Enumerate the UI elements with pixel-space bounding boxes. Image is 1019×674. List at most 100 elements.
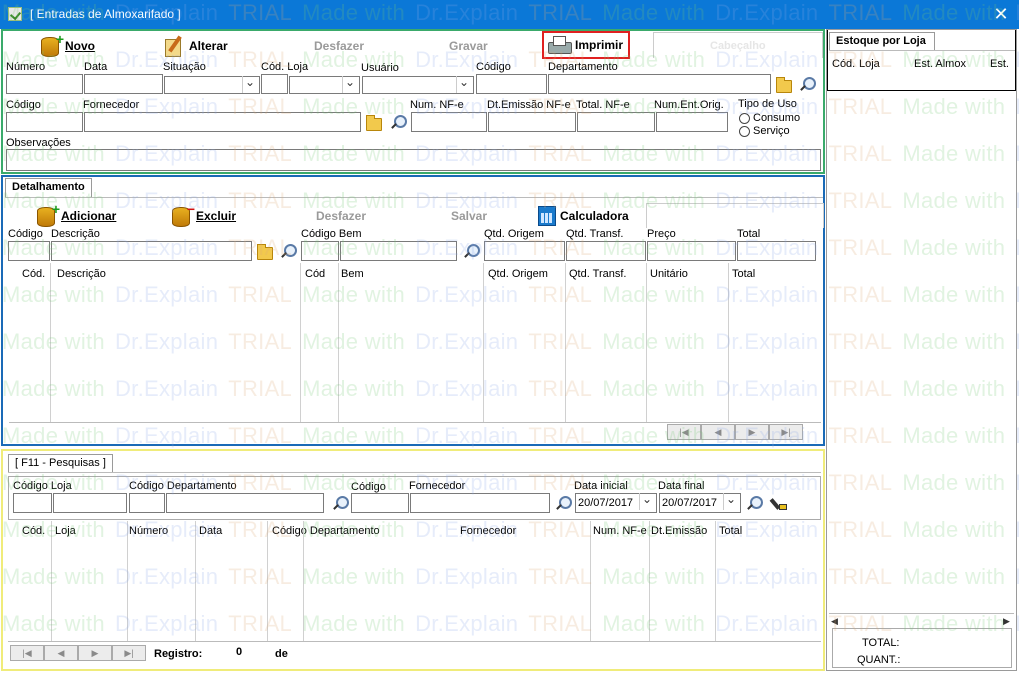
total-nfe-input[interactable]: [577, 112, 655, 132]
num-ent-orig-input[interactable]: [656, 112, 728, 132]
qtd-origem-input[interactable]: [484, 241, 565, 261]
tab-detalhamento[interactable]: Detalhamento: [5, 178, 92, 197]
grid-col-total: Total: [719, 525, 743, 537]
grid-col-descricao: Descrição: [57, 268, 106, 280]
item-navigator: |◀ ◀ ▶ ▶|: [667, 424, 803, 442]
search-icon[interactable]: [463, 244, 480, 260]
codigo-fornecedor-label: Código: [351, 481, 386, 493]
folder-icon[interactable]: [366, 115, 382, 131]
search-icon[interactable]: [390, 115, 407, 131]
folder-icon[interactable]: [257, 244, 273, 260]
departamento-input[interactable]: [548, 74, 771, 94]
estoque-col-est: Est.: [990, 58, 1009, 70]
consumo-radio[interactable]: [739, 113, 750, 124]
alterar-button[interactable]: Alterar: [163, 32, 228, 60]
dt-emissao-input[interactable]: [488, 112, 576, 132]
scroll-left-icon[interactable]: ◀: [831, 616, 838, 627]
total-input[interactable]: [737, 241, 816, 261]
tab-pesquisas[interactable]: [ F11 - Pesquisas ]: [8, 454, 113, 473]
codigo-depto-input[interactable]: [476, 74, 547, 94]
loja-select[interactable]: [289, 76, 360, 94]
calculadora-button[interactable]: Calculadora: [538, 202, 629, 230]
grid-col-cod-bem: Cód: [305, 268, 326, 280]
cod-loja-input[interactable]: [261, 74, 288, 94]
servico-radio[interactable]: [739, 126, 750, 137]
detalhamento-panel: Detalhamento Adicionar Excluir Desfazer …: [1, 175, 825, 446]
search-icon[interactable]: [746, 496, 763, 512]
salvar-button[interactable]: Salvar: [451, 202, 487, 230]
estoque-col-loja: Loja: [859, 58, 880, 70]
next-record-button[interactable]: ▶: [78, 645, 112, 661]
first-record-button[interactable]: |◀: [10, 645, 44, 661]
fornecedor-input[interactable]: [84, 112, 361, 132]
data-inicial-label: Data inicial: [574, 480, 628, 492]
desfazer-button[interactable]: Desfazer: [314, 32, 364, 60]
next-record-button[interactable]: ▶: [735, 424, 769, 440]
filter-fornecedor-input[interactable]: [410, 493, 550, 513]
last-record-button[interactable]: ▶|: [769, 424, 803, 440]
grid-divider: [195, 521, 196, 641]
grid-footer-line: [9, 422, 821, 423]
grid-divider: [565, 263, 566, 423]
preco-label: Preço: [647, 228, 676, 240]
search-icon[interactable]: [280, 244, 297, 260]
database-add-icon: [35, 201, 60, 227]
codigo-loja-label: Código Loja: [13, 480, 72, 492]
bem-input[interactable]: [340, 241, 457, 261]
grid-col-fornecedor: Fornecedor: [460, 525, 517, 537]
scroll-right-icon[interactable]: ▶: [1003, 616, 1010, 627]
search-icon[interactable]: [332, 496, 349, 512]
first-record-button[interactable]: |◀: [667, 424, 701, 440]
close-icon[interactable]: ✕: [990, 3, 1012, 25]
item-codigo-input[interactable]: [8, 241, 50, 261]
search-icon[interactable]: [555, 496, 572, 512]
tab-cabecalho[interactable]: Cabeçalho: [653, 32, 823, 58]
grid-divider: [646, 263, 647, 423]
grid-divider: [338, 263, 339, 423]
filter-cod-loja-input[interactable]: [13, 493, 52, 513]
usuario-select[interactable]: [362, 76, 474, 94]
observacoes-input[interactable]: [6, 149, 821, 171]
novo-button[interactable]: Novo: [39, 31, 95, 60]
grid-divider: [51, 521, 52, 641]
h-scrollbar[interactable]: [829, 613, 1014, 614]
prev-record-button[interactable]: ◀: [44, 645, 78, 661]
qtd-transf-label: Qtd. Transf.: [566, 228, 624, 240]
last-record-button[interactable]: ▶|: [112, 645, 146, 661]
tab-divider: [829, 50, 1015, 51]
fornecedor-label: Fornecedor: [83, 99, 140, 111]
codigo-bem-input[interactable]: [301, 241, 339, 261]
num-nfe-input[interactable]: [411, 112, 487, 132]
grid-divider: [728, 263, 729, 423]
grid-footer-line: [8, 641, 821, 642]
desfazer-item-button[interactable]: Desfazer: [316, 202, 366, 230]
filter-depto-input[interactable]: [166, 493, 324, 513]
item-descricao-input[interactable]: [51, 241, 252, 261]
data-input[interactable]: [84, 74, 163, 94]
adicionar-button[interactable]: Adicionar: [35, 201, 116, 230]
clear-filter-icon[interactable]: [769, 497, 789, 513]
filter-cod-depto-input[interactable]: [129, 493, 165, 513]
excluir-button[interactable]: Excluir: [170, 201, 236, 230]
codigo-bem-label: Código Bem: [301, 228, 362, 240]
filter-cod-fornecedor-input[interactable]: [351, 493, 409, 513]
gravar-button[interactable]: Gravar: [449, 32, 488, 60]
tab-estoque-por-loja[interactable]: Estoque por Loja: [829, 32, 935, 50]
prev-record-button[interactable]: ◀: [701, 424, 735, 440]
tab-spacer: [646, 203, 824, 228]
qtd-transf-input[interactable]: [566, 241, 646, 261]
situacao-label: Situação: [163, 61, 206, 73]
imprimir-button[interactable]: Imprimir: [542, 31, 630, 59]
grid-divider: [267, 521, 268, 641]
total-label: Total: [737, 228, 761, 240]
folder-icon[interactable]: [776, 77, 792, 93]
total-label: TOTAL:: [862, 637, 900, 649]
filter-loja-input[interactable]: [53, 493, 127, 513]
search-icon[interactable]: [799, 77, 816, 93]
situacao-select[interactable]: [164, 76, 260, 94]
codigo-fornecedor-input[interactable]: [6, 112, 83, 132]
data-final-picker[interactable]: 20/07/2017: [659, 493, 741, 513]
numero-input[interactable]: [6, 74, 83, 94]
preco-input[interactable]: [647, 241, 736, 261]
data-inicial-picker[interactable]: 20/07/2017: [575, 493, 657, 513]
